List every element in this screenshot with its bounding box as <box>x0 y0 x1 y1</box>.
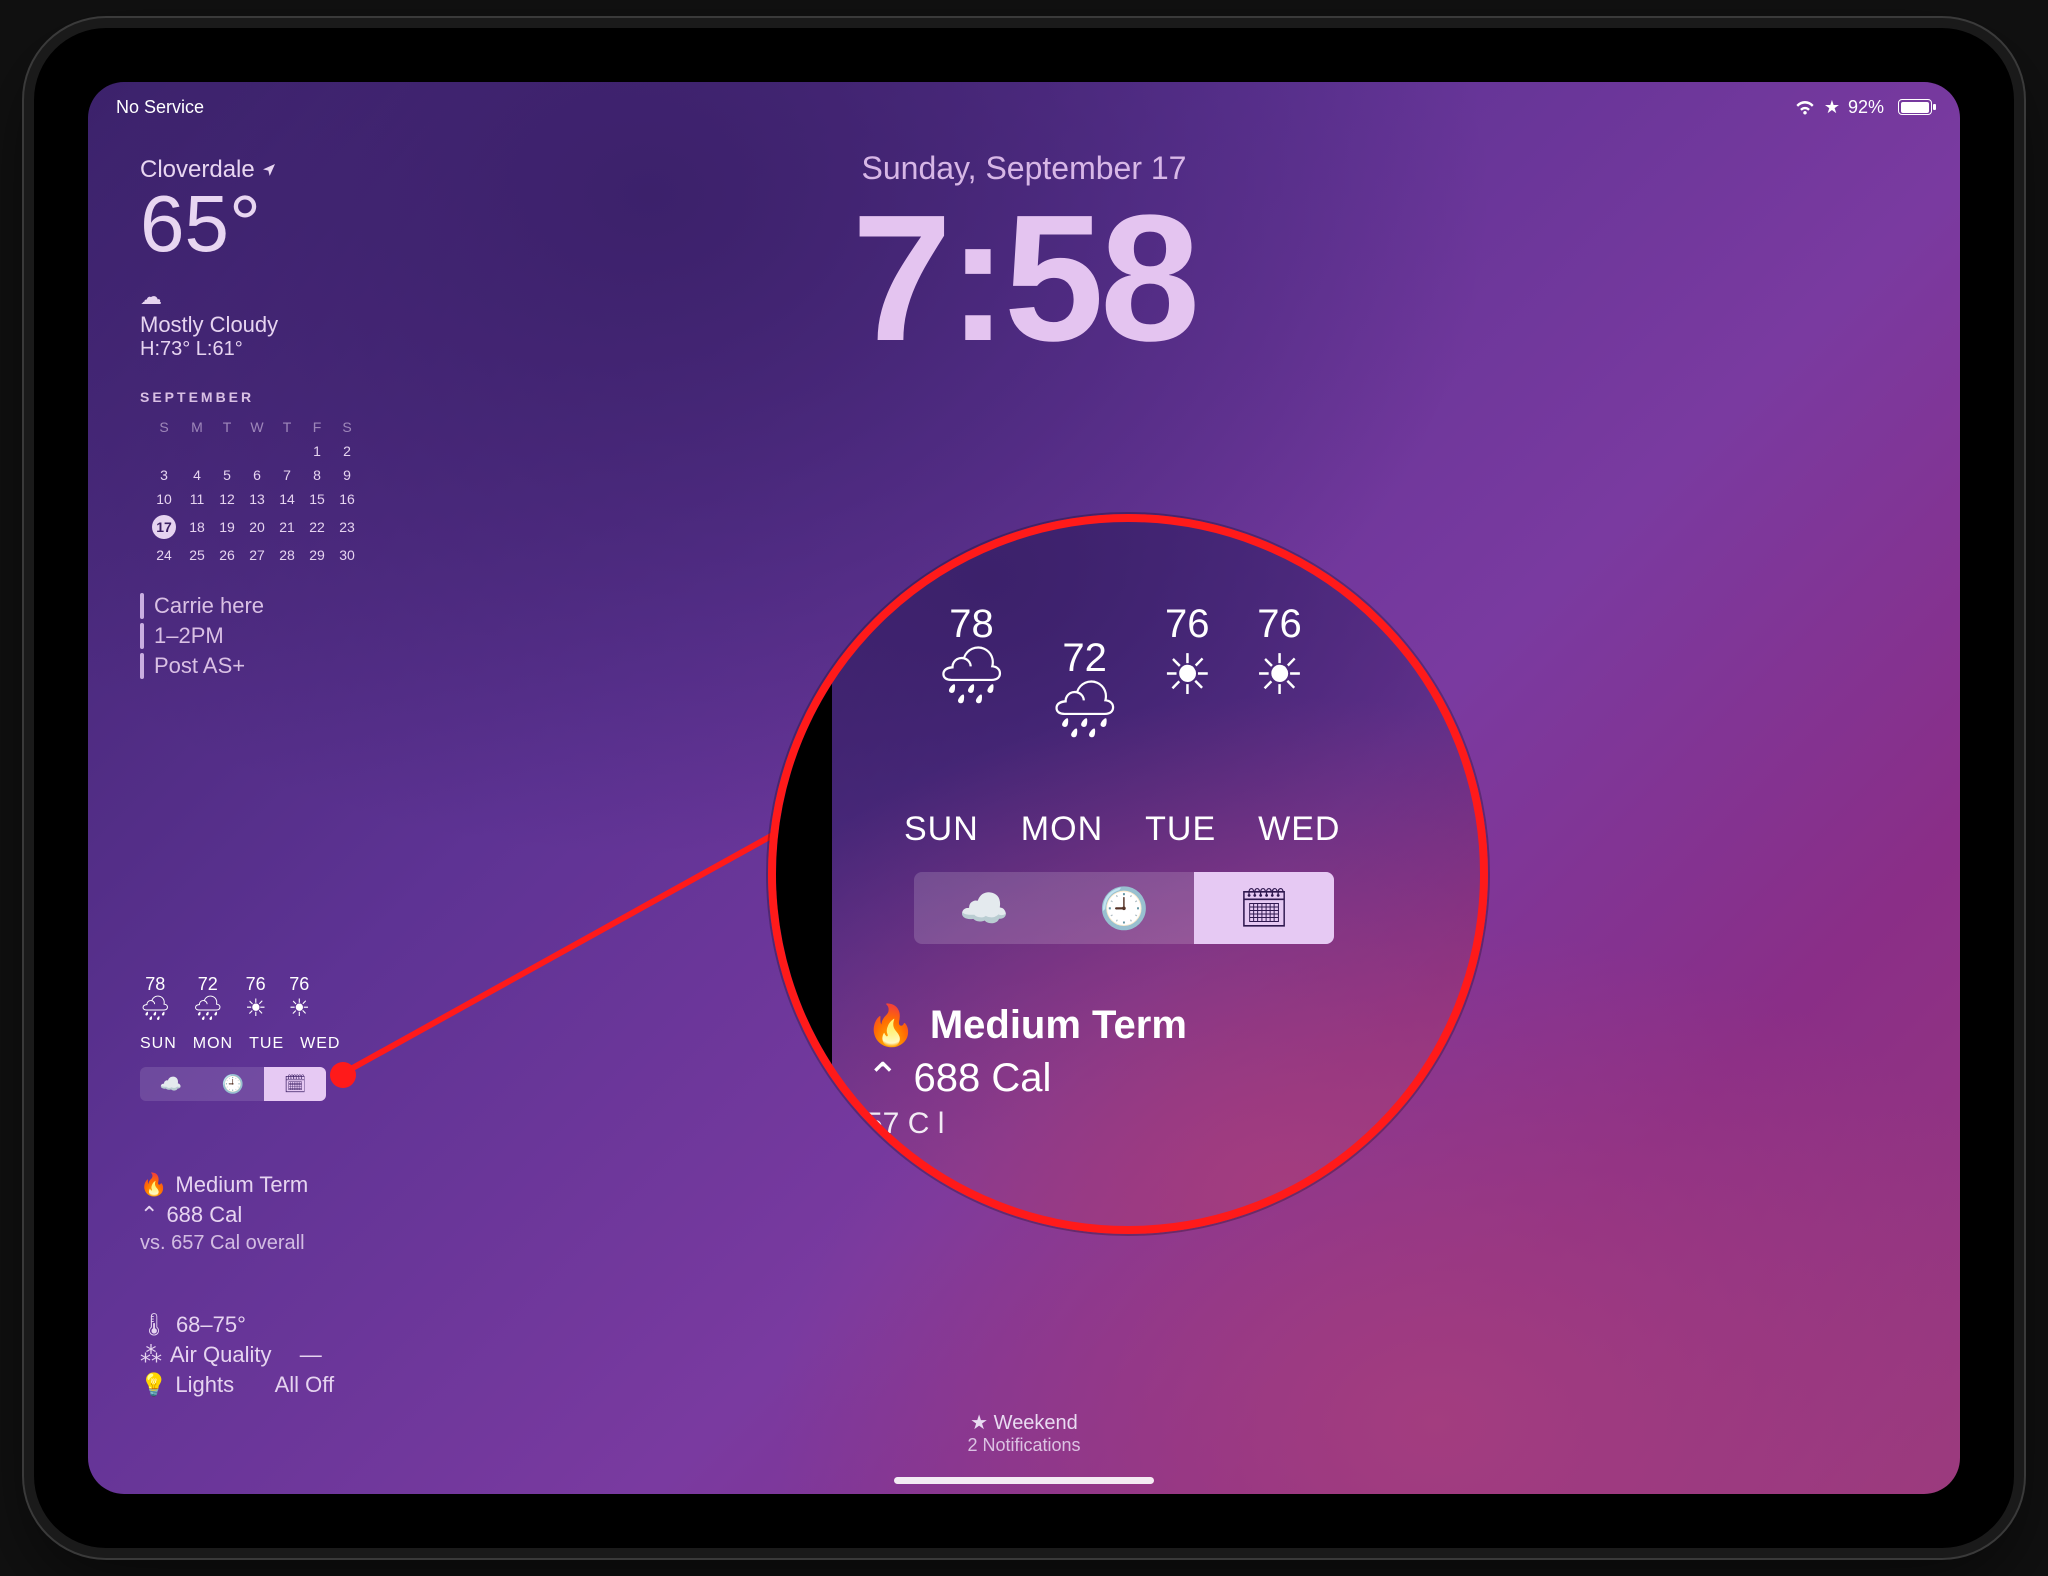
event-title: Post AS+ <box>154 653 245 679</box>
sun-icon: ☀ <box>1162 647 1212 703</box>
forecast-day-label-zoom: TUE <box>1145 810 1216 849</box>
event-title: Carrie here <box>154 593 264 619</box>
weather-high-low: H:73° L:61° <box>140 338 243 360</box>
battery-icon <box>1892 99 1932 115</box>
bottom-area[interactable]: ★ Weekend 2 Notifications <box>88 1410 1960 1456</box>
sun-icon: ☀ <box>288 997 310 1021</box>
rain-icon: 🌧 <box>140 997 170 1021</box>
forecast-day-label: WED <box>300 1035 340 1053</box>
weather-condition-text: Mostly Cloudy <box>140 312 400 338</box>
forecast-segments-zoomed: ☁️🕘🗓 <box>914 872 1334 944</box>
notifications-count[interactable]: 2 Notifications <box>88 1435 1960 1456</box>
segment-night[interactable]: ☁️ <box>140 1067 202 1101</box>
sun-icon: ☀ <box>1254 647 1304 703</box>
focus-icon: ★ <box>1824 97 1840 118</box>
star-icon: ★ <box>970 1412 988 1434</box>
forecast-day: 76☀ <box>288 974 310 1025</box>
fitness-title: Medium Term <box>175 1172 308 1198</box>
forecast-day-zoom: 72🌧 <box>1049 636 1120 737</box>
thermometer-icon: 🌡 <box>140 1312 168 1338</box>
forecast-day-label-zoom: SUN <box>904 810 979 849</box>
segment-night-zoom: ☁️ <box>914 872 1054 944</box>
weather-temp: 65° <box>140 184 400 264</box>
chevron-up-icon: ⌃ <box>140 1202 158 1228</box>
calendar-events[interactable]: Carrie here 1–2PM Post AS+ <box>140 593 400 679</box>
lights-value: All Off <box>275 1372 335 1398</box>
fitness-widget[interactable]: 🔥 Medium Term ⌃ 688 Cal vs. 657 Cal overal… <box>140 1172 308 1255</box>
segment-hour[interactable]: 🕘 <box>202 1067 264 1101</box>
forecast-widget[interactable]: 78🌧 72🌧 76☀ 76☀ SUN MON TUE WED ☁️🕘🗓 <box>140 974 340 1101</box>
air-quality-icon: ⁂ <box>140 1342 162 1368</box>
event-row[interactable]: Carrie here <box>140 593 400 619</box>
flame-icon: 🔥 <box>866 1002 916 1049</box>
forecast-day-zoom: 76☀ <box>1254 602 1304 737</box>
chevron-up-icon: ⌃ <box>866 1055 900 1101</box>
lights-label: Lights <box>175 1372 234 1398</box>
flame-icon: 🔥 <box>140 1172 167 1198</box>
forecast-day: 78🌧 <box>140 974 170 1025</box>
event-row[interactable]: Post AS+ <box>140 653 400 679</box>
forecast-day-label-zoom: MON <box>1021 810 1103 849</box>
forecast-day-label: TUE <box>249 1035 284 1053</box>
fitness-vs-partial: 57 C l <box>866 1107 1187 1141</box>
ipad-frame: No Service ★ 92% Sunday, September 17 7:… <box>34 28 2014 1548</box>
forecast-day-label-zoom: WED <box>1258 810 1340 849</box>
home-temp: 68–75° <box>176 1312 246 1338</box>
wifi-icon <box>1794 99 1816 115</box>
rain-icon: 🌧 <box>936 647 1007 703</box>
forecast-day: 76☀ <box>245 974 267 1025</box>
fitness-vs: vs. 657 Cal overall <box>140 1232 308 1255</box>
battery-percent: 92% <box>1848 97 1884 118</box>
forecast-day-label: SUN <box>140 1035 177 1053</box>
widget-column: Cloverdale 65° ☁︎ Mostly Cloudy H:73° L:… <box>140 156 400 683</box>
segment-day-zoom: 🗓 <box>1194 872 1334 944</box>
lock-screen: No Service ★ 92% Sunday, September 17 7:… <box>88 82 1960 1494</box>
focus-name: Weekend <box>994 1412 1078 1434</box>
sun-icon: ☀ <box>245 997 267 1021</box>
fitness-calories: 688 Cal <box>166 1202 242 1228</box>
cloud-icon: ☁︎ <box>140 284 400 310</box>
forecast-day: 72🌧 <box>192 974 222 1025</box>
magnifier: 78🌧 72🌧 76☀ 76☀ SUN MON TUE WED ☁️🕘🗓 🔥 Medium T… <box>768 514 1488 1234</box>
callout-dot <box>330 1062 356 1088</box>
forecast-day-zoom: 78🌧 <box>936 602 1007 737</box>
air-quality-label: Air Quality <box>170 1342 271 1368</box>
weather-conditions: ☁︎ Mostly Cloudy H:73° L:61° <box>140 284 400 361</box>
rain-icon: 🌧 <box>192 997 222 1021</box>
event-row[interactable]: 1–2PM <box>140 623 400 649</box>
home-indicator[interactable] <box>894 1477 1154 1484</box>
cellular-status: No Service <box>116 97 204 118</box>
status-bar: No Service ★ 92% <box>88 92 1960 122</box>
lightbulb-icon: 💡 <box>140 1372 167 1398</box>
calendar-month: SEPTEMBER <box>140 389 400 405</box>
fitness-title-zoom: Medium Term <box>930 1003 1187 1048</box>
fitness-cal-zoom: 688 Cal <box>914 1056 1052 1101</box>
status-right: ★ 92% <box>1794 97 1932 118</box>
forecast-day-label: MON <box>193 1035 233 1053</box>
segment-hour-zoom: 🕘 <box>1054 872 1194 944</box>
fitness-widget-zoomed: 🔥 Medium Term ⌃ 688 Cal 57 C l <box>866 1002 1187 1141</box>
forecast-day-zoom: 76☀ <box>1162 602 1212 737</box>
forecast-segments[interactable]: ☁️🕘🗓 <box>140 1067 326 1101</box>
calendar-grid[interactable]: SMTWTFS123456789101112131415161718192021… <box>140 411 372 571</box>
rain-icon: 🌧 <box>1049 681 1120 737</box>
location-icon <box>261 162 277 178</box>
callout-line <box>339 801 832 1078</box>
home-widget[interactable]: 🌡 68–75° ⁂ Air Quality — 💡 Lights All Off <box>140 1312 334 1402</box>
event-title: 1–2PM <box>154 623 224 649</box>
segment-day[interactable]: 🗓 <box>264 1067 326 1101</box>
air-quality-value: — <box>300 1342 322 1368</box>
